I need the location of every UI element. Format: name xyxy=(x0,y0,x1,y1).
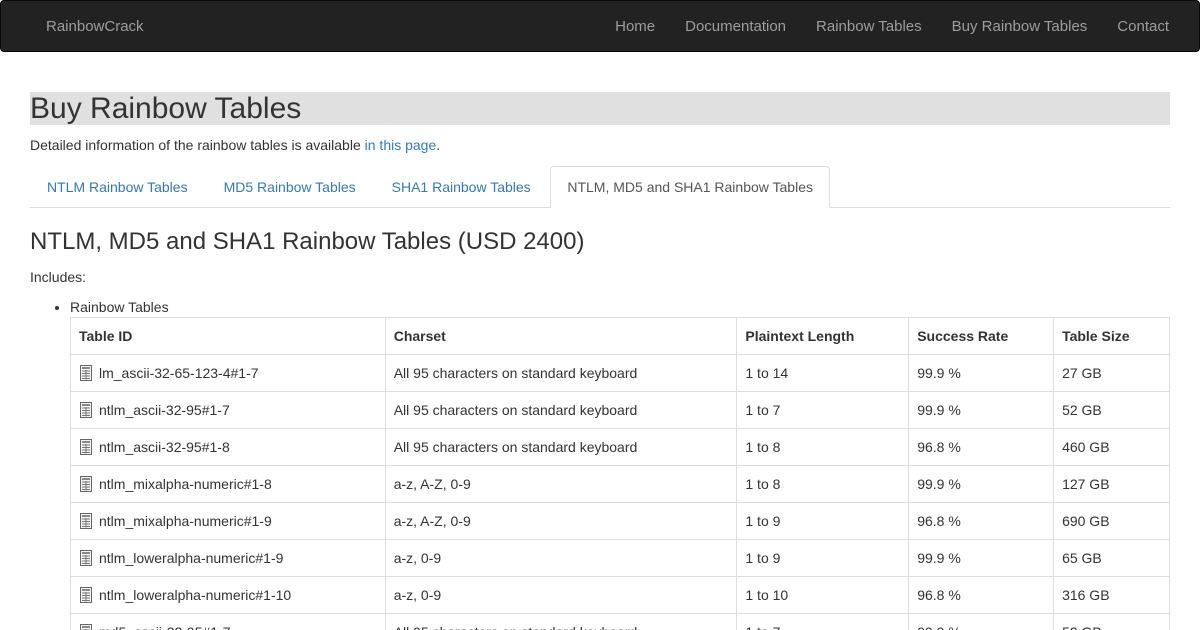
cell-charset: All 95 characters on standard keyboard xyxy=(384,354,738,392)
cell-plaintext-length: 1 to 7 xyxy=(736,391,910,429)
list-item: Rainbow Tables Table ID Charset Plaintex… xyxy=(70,299,1170,630)
cell-table-size: 690 GB xyxy=(1053,502,1170,540)
table-id-text: lm_ascii-32-65-123-4#1-7 xyxy=(99,365,259,381)
page-title: Buy Rainbow Tables xyxy=(30,92,1170,125)
table-row: ntlm_ascii-32-95#1-7 All 95 characters on… xyxy=(70,391,1170,429)
table-header-row: Table ID Charset Plaintext Length Succes… xyxy=(70,317,1170,355)
cell-table-size: 27 GB xyxy=(1053,354,1170,392)
table-id-text: md5_ascii-32-95#1-7 xyxy=(99,624,231,630)
tab-md5[interactable]: MD5 Rainbow Tables xyxy=(207,166,373,208)
cell-charset: All 95 characters on standard keyboard xyxy=(384,613,738,630)
section-title: NTLM, MD5 and SHA1 Rainbow Tables (USD 2… xyxy=(30,228,585,255)
header-success-rate: Success Rate xyxy=(908,317,1055,355)
cell-success-rate: 99.9 % xyxy=(908,354,1055,392)
table-id-text: ntlm_mixalpha-numeric#1-8 xyxy=(99,476,272,492)
cell-success-rate: 96.8 % xyxy=(908,576,1055,614)
file-table-icon xyxy=(79,587,93,603)
cell-table-size: 127 GB xyxy=(1053,465,1170,503)
table-row: ntlm_ascii-32-95#1-8 All 95 characters on… xyxy=(70,428,1170,466)
includes-label: Includes: xyxy=(30,269,87,285)
nav-link-documentation[interactable]: Documentation xyxy=(670,1,801,53)
brand-link[interactable]: RainbowCrack xyxy=(46,18,144,36)
cell-charset: All 95 characters on standard keyboard xyxy=(384,428,738,466)
table-id-text: ntlm_loweralpha-numeric#1-9 xyxy=(99,550,284,566)
cell-plaintext-length: 1 to 9 xyxy=(736,502,910,540)
intro-end: . xyxy=(436,137,441,153)
file-table-icon xyxy=(79,439,93,455)
intro-paragraph: Detailed information of the rainbow tabl… xyxy=(30,137,1170,153)
header-table-size: Table Size xyxy=(1053,317,1170,355)
cell-table-id: md5_ascii-32-95#1-7 xyxy=(70,613,386,630)
file-table-icon xyxy=(79,402,93,418)
file-table-icon xyxy=(79,624,93,630)
table-id-text: ntlm_ascii-32-95#1-7 xyxy=(99,402,230,418)
nav-links: Home Documentation Rainbow Tables Buy Ra… xyxy=(600,1,1199,53)
table-row: ntlm_loweralpha-numeric#1-10 a-z, 0-9 1 to… xyxy=(70,576,1170,614)
cell-table-id: lm_ascii-32-65-123-4#1-7 xyxy=(70,354,386,392)
table-body: lm_ascii-32-65-123-4#1-7 All 95 character… xyxy=(70,354,1170,630)
cell-charset: a-z, 0-9 xyxy=(384,576,738,614)
header-plaintext-length: Plaintext Length xyxy=(736,317,910,355)
cell-table-size: 65 GB xyxy=(1053,539,1170,577)
cell-success-rate: 96.8 % xyxy=(908,502,1055,540)
cell-table-id: ntlm_mixalpha-numeric#1-9 xyxy=(70,502,386,540)
table-id-text: ntlm_ascii-32-95#1-8 xyxy=(99,439,230,455)
table-row: md5_ascii-32-95#1-7 All 95 characters on … xyxy=(70,613,1170,630)
cell-table-size: 316 GB xyxy=(1053,576,1170,614)
includes-list: Rainbow Tables Table ID Charset Plaintex… xyxy=(30,299,1170,630)
file-table-icon xyxy=(79,365,93,381)
intro-text: Detailed information of the rainbow tabl… xyxy=(30,137,365,153)
main-content: Buy Rainbow Tables Detailed information … xyxy=(30,92,1170,630)
cell-plaintext-length: 1 to 7 xyxy=(736,613,910,630)
info-page-link[interactable]: in this page xyxy=(365,137,437,153)
nav-link-contact[interactable]: Contact xyxy=(1102,1,1199,53)
table-row: ntlm_loweralpha-numeric#1-9 a-z, 0-9 1 to … xyxy=(70,539,1170,577)
table-row: ntlm_mixalpha-numeric#1-9 a-z, A-Z, 0-9 1 … xyxy=(70,502,1170,540)
table-id-text: ntlm_loweralpha-numeric#1-10 xyxy=(99,587,292,603)
cell-plaintext-length: 1 to 8 xyxy=(736,465,910,503)
cell-success-rate: 99.9 % xyxy=(908,465,1055,503)
cell-plaintext-length: 1 to 8 xyxy=(736,428,910,466)
cell-table-size: 52 GB xyxy=(1053,391,1170,429)
cell-table-id: ntlm_mixalpha-numeric#1-8 xyxy=(70,465,386,503)
tab-ntlm[interactable]: NTLM Rainbow Tables xyxy=(30,166,205,208)
cell-table-size: 52 GB xyxy=(1053,613,1170,630)
cell-success-rate: 99.9 % xyxy=(908,539,1055,577)
file-table-icon xyxy=(79,476,93,492)
cell-charset: a-z, A-Z, 0-9 xyxy=(384,465,738,503)
table-row: lm_ascii-32-65-123-4#1-7 All 95 character… xyxy=(70,354,1170,392)
cell-success-rate: 99.9 % xyxy=(908,391,1055,429)
cell-table-id: ntlm_loweralpha-numeric#1-9 xyxy=(70,539,386,577)
header-table-id: Table ID xyxy=(70,317,386,355)
file-table-icon xyxy=(79,550,93,566)
rainbow-tables-table: Table ID Charset Plaintext Length Succes… xyxy=(70,317,1170,630)
cell-table-id: ntlm_ascii-32-95#1-7 xyxy=(70,391,386,429)
nav-link-home[interactable]: Home xyxy=(600,1,670,53)
cell-plaintext-length: 1 to 9 xyxy=(736,539,910,577)
cell-charset: All 95 characters on standard keyboard xyxy=(384,391,738,429)
tab-ntlm-md5-sha1[interactable]: NTLM, MD5 and SHA1 Rainbow Tables xyxy=(550,166,830,208)
cell-charset: a-z, 0-9 xyxy=(384,539,738,577)
table-id-text: ntlm_mixalpha-numeric#1-9 xyxy=(99,513,272,529)
cell-plaintext-length: 1 to 10 xyxy=(736,576,910,614)
cell-plaintext-length: 1 to 14 xyxy=(736,354,910,392)
cell-table-id: ntlm_ascii-32-95#1-8 xyxy=(70,428,386,466)
cell-table-id: ntlm_loweralpha-numeric#1-10 xyxy=(70,576,386,614)
cell-success-rate: 96.8 % xyxy=(908,428,1055,466)
nav-link-rainbow-tables[interactable]: Rainbow Tables xyxy=(801,1,937,53)
nav-link-buy-rainbow-tables[interactable]: Buy Rainbow Tables xyxy=(937,1,1103,53)
file-table-icon xyxy=(79,513,93,529)
table-row: ntlm_mixalpha-numeric#1-8 a-z, A-Z, 0-9 1 … xyxy=(70,465,1170,503)
product-tabs: NTLM Rainbow Tables MD5 Rainbow Tables S… xyxy=(30,166,1170,208)
list-item-label: Rainbow Tables xyxy=(70,299,169,315)
cell-charset: a-z, A-Z, 0-9 xyxy=(384,502,738,540)
top-navbar: RainbowCrack Home Documentation Rainbow … xyxy=(0,0,1200,52)
header-charset: Charset xyxy=(384,317,738,355)
cell-table-size: 460 GB xyxy=(1053,428,1170,466)
cell-success-rate: 99.9 % xyxy=(908,613,1055,630)
tab-sha1[interactable]: SHA1 Rainbow Tables xyxy=(375,166,548,208)
